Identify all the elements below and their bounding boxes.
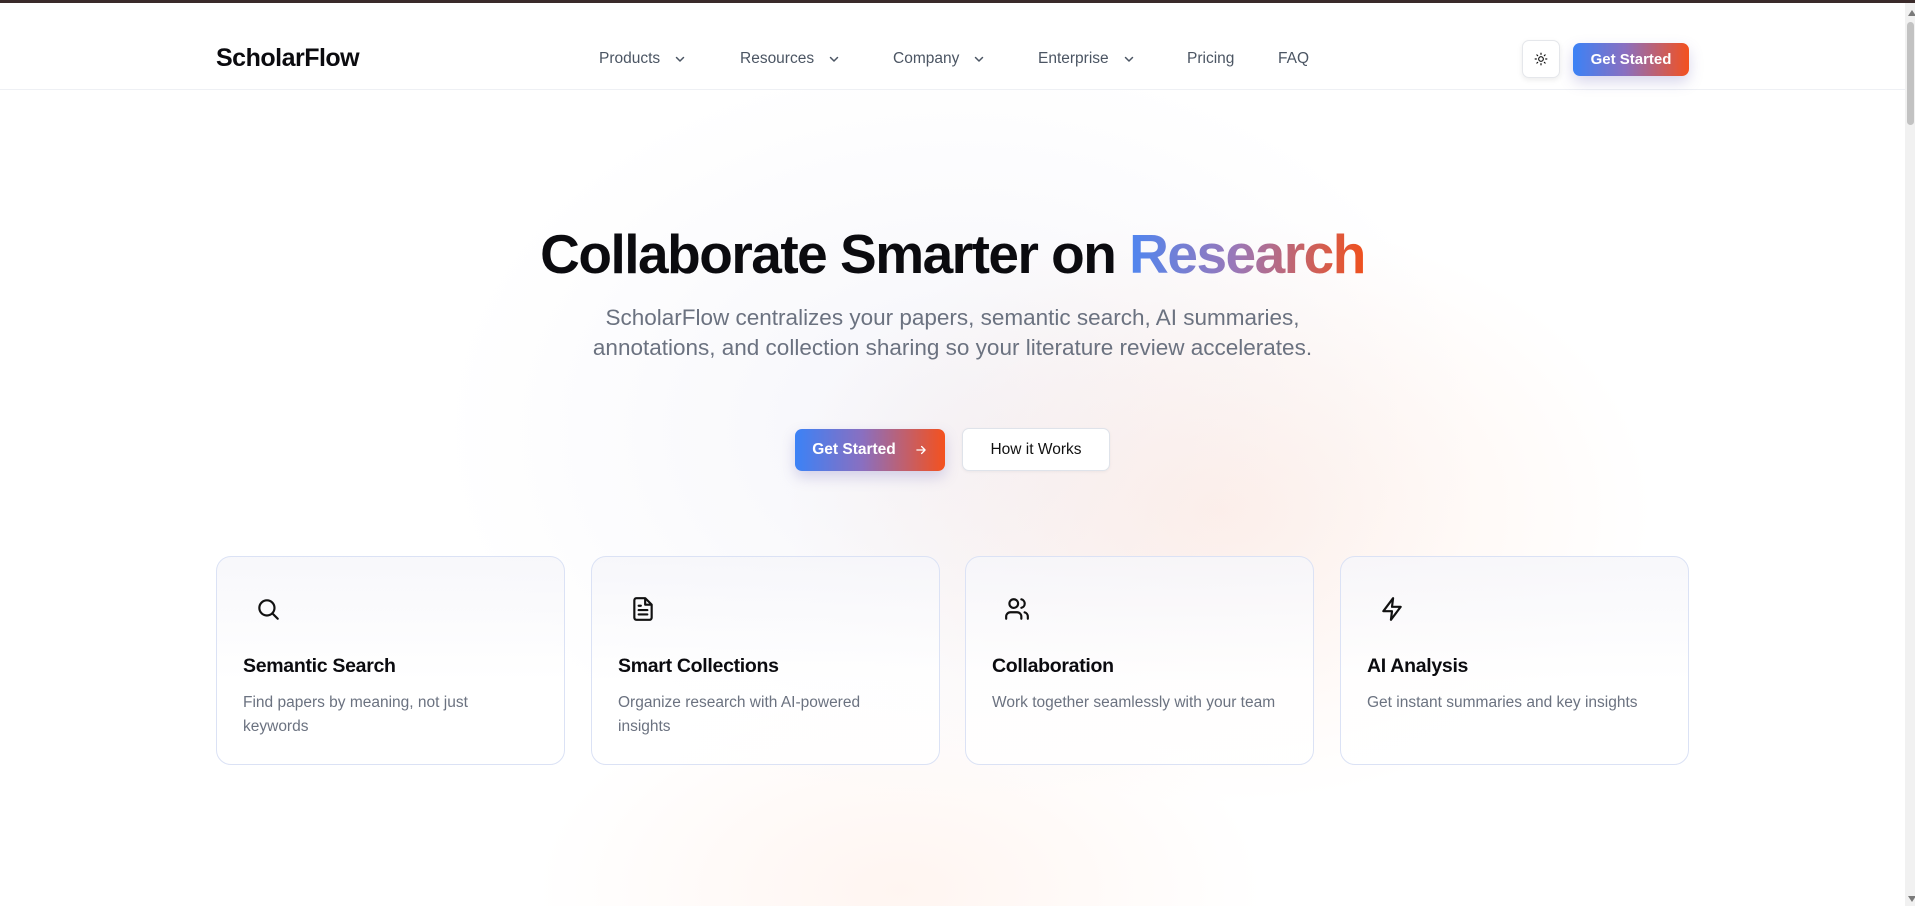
nav-item-resources[interactable]: Resources [740,50,840,68]
how-it-works-button[interactable]: How it Works [962,428,1110,471]
site-header: ScholarFlow Products Resources Company E… [0,3,1905,90]
feature-description: Work together seamlessly with your team [992,694,1276,711]
document-icon [633,597,653,621]
scrollbar-thumb[interactable] [1907,22,1914,125]
feature-description: Organize research with AI-powered insigh… [618,694,861,735]
chevron-down-icon [975,56,984,62]
nav-item-products[interactable]: Products [599,50,686,68]
arrow-right-icon [916,445,926,455]
nav-item-faq[interactable]: FAQ [1278,50,1309,68]
scroll-down-arrow-icon[interactable] [1908,896,1915,902]
nav-item-label: FAQ [1278,50,1310,67]
feature-description: Find papers by meaning, not just keyword… [243,694,468,735]
page-scrollbar[interactable] [1905,3,1915,906]
hero-get-started-button[interactable]: Get Started [795,429,945,471]
nav-item-pricing[interactable]: Pricing [1187,50,1234,68]
feature-title: Smart Collections [618,655,779,677]
users-icon [1005,598,1029,620]
nav-item-company[interactable]: Company [893,50,985,68]
search-icon [258,599,279,620]
hero-subtitle: ScholarFlow centralizes your papers, sem… [592,305,1313,360]
header-get-started-button[interactable]: Get Started [1573,43,1689,76]
hero-title-accent: Research [1129,223,1366,285]
chevron-down-icon [829,56,839,62]
hero-title-main: Collaborate Smarter on [540,223,1130,285]
logo[interactable]: ScholarFlow [216,44,360,73]
hero-background-glow [0,90,1915,906]
chevron-down-icon [1124,56,1133,62]
feature-title: Semantic Search [243,655,396,677]
nav-item-label: Pricing [1187,50,1235,67]
feature-card-ai-analysis[interactable]: AI Analysis Get instant summaries and ke… [1340,556,1689,765]
nav-item-label: Products [599,50,661,67]
nav-item-label: Enterprise [1038,50,1109,67]
lightning-icon [1382,597,1402,621]
feature-card-semantic-search[interactable]: Semantic Search Find papers by meaning, … [216,556,565,765]
nav-item-enterprise[interactable]: Enterprise [1038,50,1135,68]
hero-cta-label: Get Started [812,441,896,458]
feature-description: Get instant summaries and key insights [1367,694,1638,711]
feature-card-collaboration[interactable]: Collaboration Work together seamlessly w… [965,556,1314,765]
nav-item-label: Resources [740,50,815,67]
sun-icon [1534,52,1548,66]
feature-title: AI Analysis [1367,655,1469,677]
feature-card-smart-collections[interactable]: Smart Collections Organize research with… [591,556,940,765]
nav-item-label: Company [893,50,960,67]
scroll-up-arrow-icon[interactable] [1908,10,1915,16]
theme-toggle-button[interactable] [1522,40,1560,78]
feature-title: Collaboration [992,655,1114,677]
hero-title: Collaborate Smarter on Research [0,222,1905,286]
chevron-down-icon [675,56,685,62]
